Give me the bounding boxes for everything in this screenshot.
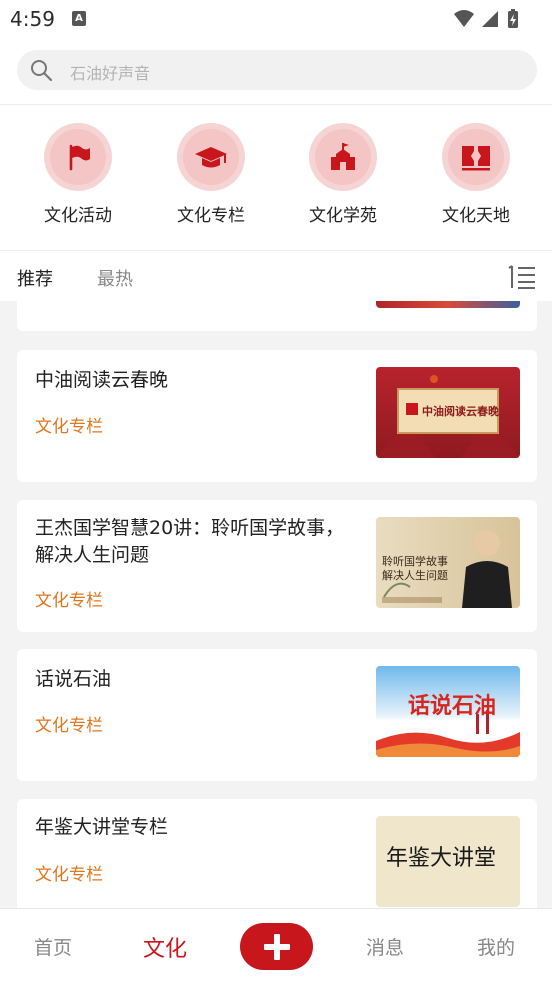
bottom-navigation: 首页 文化 消息 我的 [0,908,552,983]
quick-link-label: 文化天地 [442,206,510,226]
article-thumbnail: 中油阅读云春晚 [376,367,520,458]
open-book-icon [462,146,490,171]
list-item[interactable]: 中油阅读云春晚 文化专栏 中油阅读云春晚 [17,350,537,482]
list-item[interactable]: 话说石油 文化专栏 话说石油 [17,649,537,781]
quick-link-culture-activity[interactable]: 文化活动 [23,123,133,226]
quick-link-culture-column[interactable]: 文化专栏 [156,123,266,226]
nav-mine[interactable]: 我的 [477,933,515,960]
wifi-icon [454,10,474,27]
article-tag: 文化专栏 [35,716,103,736]
thumbnail-text: 年鉴大讲堂 [386,846,497,871]
tab-recommended[interactable]: 推荐 [17,265,53,291]
search-icon [31,60,53,82]
quick-link-culture-academy[interactable]: 文化学苑 [288,123,398,226]
article-thumbnail: 话说石油 [376,666,520,757]
quick-links: 文化活动 文化专栏 文化学苑 文化天地 [0,105,552,250]
quick-link-label: 文化学苑 [309,206,377,226]
thumbnail-text: 中油阅读云春晚 [422,405,499,418]
school-building-icon [331,143,355,170]
notification-a-icon: A [72,11,86,26]
article-thumbnail: 年鉴大讲堂 [376,816,520,907]
list-item-partial[interactable] [17,301,537,331]
search-bar-container: 石油好声音 [0,38,552,104]
article-thumbnail [376,301,520,308]
flag-icon [69,144,90,171]
article-feed: 中油阅读云春晚 文化专栏 中油阅读云春晚 王杰国学智慧20讲：聆听国学故事，解决… [0,301,552,908]
system-status-icons [454,9,518,28]
list-item[interactable]: 王杰国学智慧20讲：聆听国学故事，解决人生问题 文化专栏 聆听国学故事 解决人生… [17,500,537,632]
list-item[interactable]: 年鉴大讲堂专栏 文化专栏 年鉴大讲堂 [17,799,537,908]
feed-tabs: 推荐 最热 [0,251,552,301]
status-time: 4:59 [10,7,55,31]
tab-hottest[interactable]: 最热 [97,265,133,291]
nav-culture[interactable]: 文化 [143,931,187,963]
thumbnail-text: 聆听国学故事 解决人生问题 [382,555,448,582]
nav-messages[interactable]: 消息 [366,933,404,960]
article-tag: 文化专栏 [35,591,103,611]
search-input[interactable]: 石油好声音 [17,50,537,90]
quick-link-label: 文化专栏 [177,206,245,226]
graduation-cap-icon [195,147,227,168]
quick-link-culture-world[interactable]: 文化天地 [421,123,531,226]
article-thumbnail: 聆听国学故事 解决人生问题 [376,517,520,608]
signal-icon [482,11,498,27]
nav-home[interactable]: 首页 [34,933,72,960]
thumbnail-text: 话说石油 [408,693,497,719]
add-button[interactable] [240,923,313,970]
search-placeholder: 石油好声音 [70,64,151,83]
article-title: 中油阅读云春晚 [35,369,169,391]
article-tag: 文化专栏 [35,417,103,437]
status-bar: 4:59 A [0,0,552,38]
article-title: 话说石油 [35,668,112,690]
list-view-icon[interactable] [508,263,536,291]
quick-link-label: 文化活动 [44,206,112,226]
article-title: 年鉴大讲堂专栏 [35,816,169,838]
plus-icon [263,933,290,960]
article-title: 王杰国学智慧20讲：聆听国学故事，解决人生问题 [35,517,345,566]
article-tag: 文化专栏 [35,865,103,885]
